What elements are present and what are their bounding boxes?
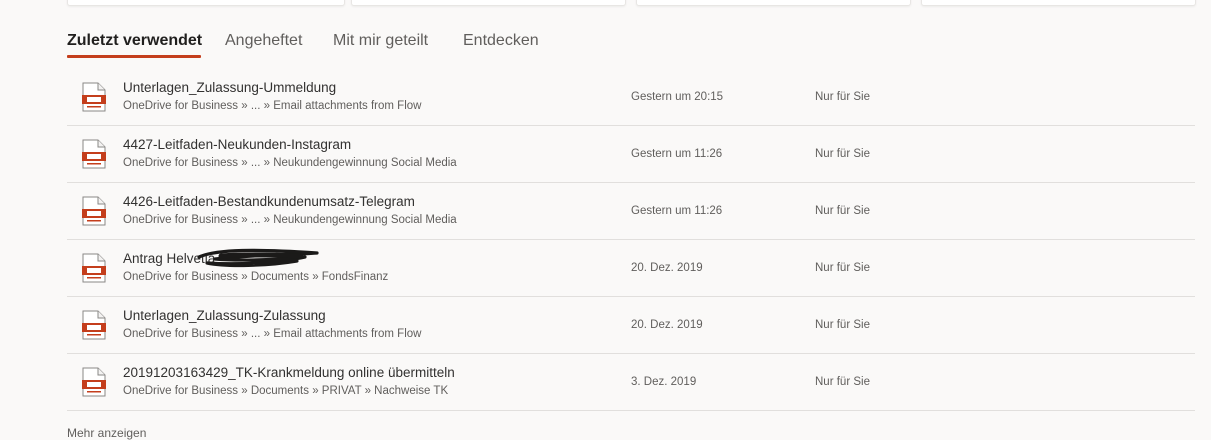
- file-path: OneDrive for Business » Documents » PRIV…: [123, 385, 449, 397]
- file-name[interactable]: 20191203163429_TK-Krankmeldung online üb…: [123, 365, 455, 380]
- file-date: Gestern um 11:26: [631, 205, 723, 217]
- file-row[interactable]: 20191203163429_TK-Krankmeldung online üb…: [67, 354, 1195, 411]
- file-row[interactable]: 4427-Leitfaden-Neukunden-Instagram OneDr…: [67, 126, 1195, 183]
- file-sharing: Nur für Sie: [815, 148, 870, 160]
- file-path: OneDrive for Business » ... » Email atta…: [123, 100, 422, 112]
- powerpoint-file-icon: [82, 367, 106, 397]
- file-date: 20. Dez. 2019: [631, 319, 703, 331]
- tab-shared-with-me[interactable]: Mit mir geteilt: [333, 29, 428, 53]
- redaction-scribble: [197, 248, 319, 268]
- powerpoint-file-icon: [82, 139, 106, 169]
- file-name[interactable]: Unterlagen_Zulassung-Zulassung: [123, 308, 326, 323]
- recent-card[interactable]: [351, 0, 626, 6]
- file-sharing: Nur für Sie: [815, 205, 870, 217]
- file-name[interactable]: 4426-Leitfaden-Bestandkundenumsatz-Teleg…: [123, 194, 415, 209]
- powerpoint-file-icon: [82, 253, 106, 283]
- file-name[interactable]: Unterlagen_Zulassung-Ummeldung: [123, 80, 336, 95]
- powerpoint-file-icon: [82, 310, 106, 340]
- recent-card[interactable]: [67, 0, 345, 6]
- file-path: OneDrive for Business » ... » Neukundeng…: [123, 214, 457, 226]
- file-date: Gestern um 11:26: [631, 148, 723, 160]
- file-path: OneDrive for Business » ... » Neukundeng…: [123, 157, 457, 169]
- powerpoint-file-icon: [82, 82, 106, 112]
- file-list: Unterlagen_Zulassung-Ummeldung OneDrive …: [67, 69, 1195, 411]
- file-sharing: Nur für Sie: [815, 376, 870, 388]
- file-sharing: Nur für Sie: [815, 319, 870, 331]
- recent-card[interactable]: [636, 0, 911, 6]
- file-date: 3. Dez. 2019: [631, 376, 697, 388]
- file-date: Gestern um 20:15: [631, 91, 724, 103]
- powerpoint-file-icon: [82, 196, 106, 226]
- tab-pinned[interactable]: Angeheftet: [225, 29, 302, 53]
- file-path: OneDrive for Business » Documents » Fond…: [123, 271, 389, 283]
- top-cards-strip: [0, 0, 1211, 6]
- file-path: OneDrive for Business » ... » Email atta…: [123, 328, 422, 340]
- file-row[interactable]: 4426-Leitfaden-Bestandkundenumsatz-Teleg…: [67, 183, 1195, 240]
- file-sharing: Nur für Sie: [815, 262, 870, 274]
- active-tab-indicator: [67, 55, 201, 58]
- file-name[interactable]: 4427-Leitfaden-Neukunden-Instagram: [123, 137, 351, 152]
- file-date: 20. Dez. 2019: [631, 262, 703, 274]
- file-sharing: Nur für Sie: [815, 91, 870, 103]
- file-row[interactable]: Unterlagen_Zulassung-Zulassung OneDrive …: [67, 297, 1195, 354]
- tab-discover[interactable]: Entdecken: [463, 29, 539, 53]
- show-more-link[interactable]: Mehr anzeigen: [67, 426, 146, 440]
- recent-card[interactable]: [921, 0, 1196, 6]
- tab-recent[interactable]: Zuletzt verwendet: [67, 29, 202, 53]
- file-row[interactable]: Unterlagen_Zulassung-Ummeldung OneDrive …: [67, 69, 1195, 126]
